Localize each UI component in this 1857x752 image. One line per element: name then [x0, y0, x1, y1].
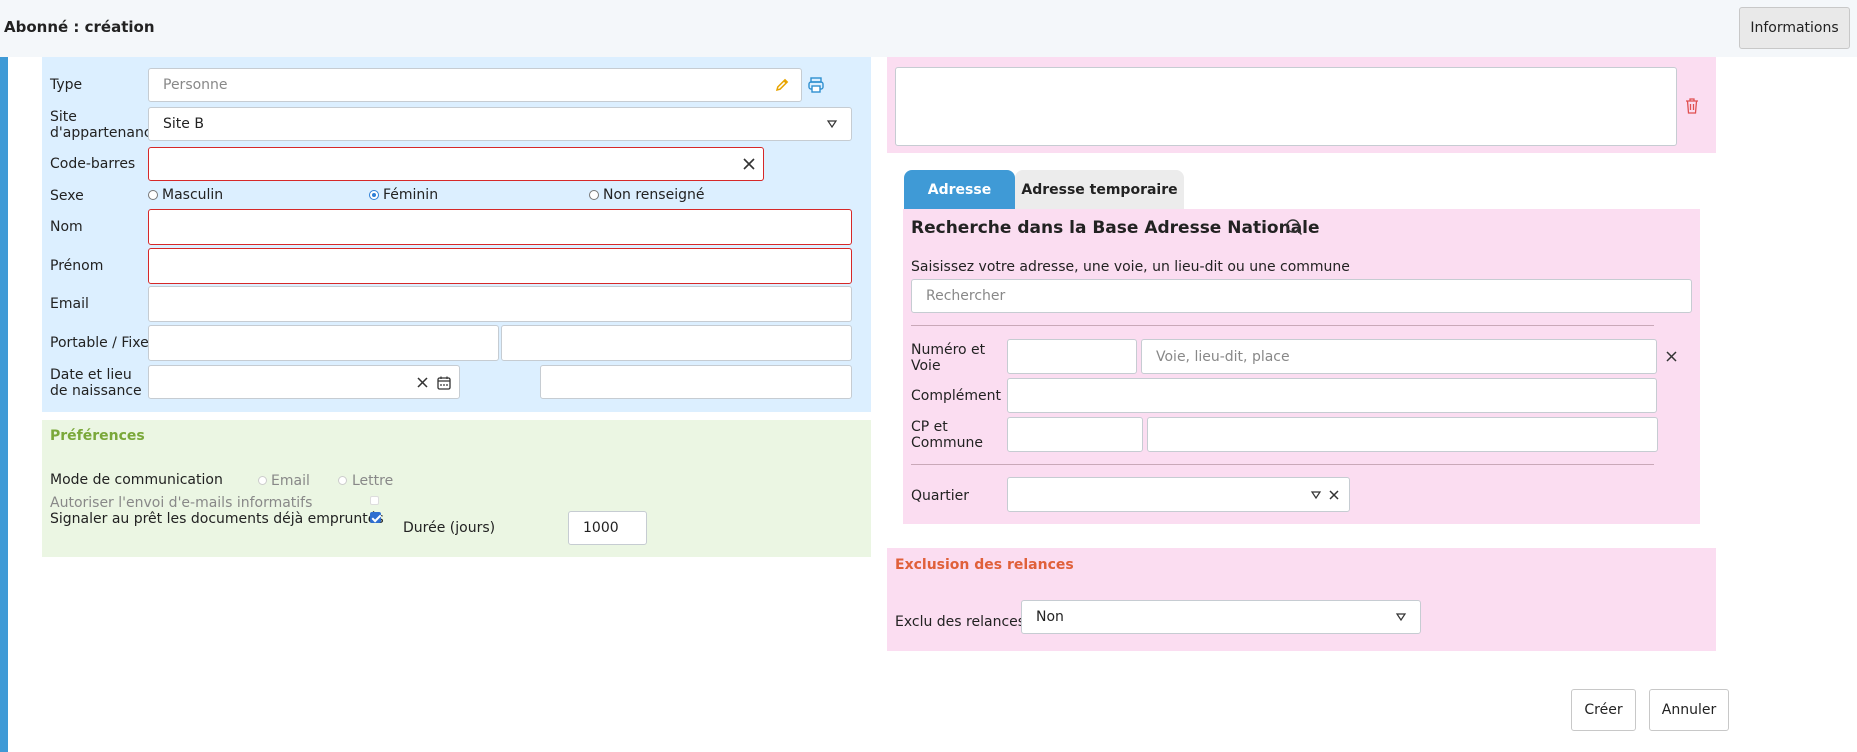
chevron-down-icon — [825, 117, 839, 131]
clear-icon[interactable] — [415, 375, 429, 389]
page-header: Abonné : création Informations — [0, 0, 1857, 57]
clear-icon[interactable] — [1327, 488, 1341, 502]
voie-input[interactable]: Voie, lieu-dit, place — [1141, 339, 1657, 374]
clear-icon[interactable] — [741, 156, 757, 172]
emails-checkbox[interactable] — [370, 496, 379, 505]
mode-radio-lettre[interactable] — [338, 476, 347, 485]
calendar-icon[interactable] — [435, 374, 453, 392]
ban-search-input[interactable]: Rechercher — [911, 279, 1692, 313]
tab-adresse-temporaire[interactable]: Adresse temporaire — [1015, 170, 1184, 210]
nom-input[interactable] — [148, 209, 852, 245]
voie-placeholder: Voie, lieu-dit, place — [1156, 348, 1290, 365]
ban-help: Saisissez votre adresse, une voie, un li… — [911, 259, 1350, 275]
sexe-radio-masculin[interactable] — [148, 190, 158, 200]
search-icon[interactable] — [1284, 217, 1304, 237]
site-label: Site d'appartenance — [50, 109, 161, 141]
cp-input[interactable] — [1007, 417, 1143, 452]
ban-title: Recherche dans la Base Adresse Nationale — [911, 218, 1320, 238]
mobile-input[interactable] — [148, 325, 499, 361]
site-select[interactable]: Site B — [148, 107, 852, 141]
nom-label: Nom — [50, 219, 83, 235]
sexe-option-non-renseigne: Non renseigné — [603, 187, 705, 203]
exclusion-select[interactable]: Non — [1021, 600, 1421, 634]
type-value: Personne — [163, 77, 228, 93]
signal-checkbox[interactable] — [370, 512, 381, 523]
barcode-label: Code-barres — [50, 156, 136, 172]
divider — [911, 464, 1654, 465]
page-title: Abonné : création — [4, 18, 155, 36]
create-button[interactable]: Créer — [1571, 689, 1636, 731]
mode-label: Mode de communication — [50, 472, 223, 488]
divider — [911, 325, 1654, 326]
exclusion-label: Exclu des relances — [895, 614, 1026, 630]
phone-label: Portable / Fixe — [50, 335, 149, 351]
landline-input[interactable] — [501, 325, 852, 361]
quartier-select[interactable] — [1007, 477, 1350, 512]
cp-label: CP et Commune — [911, 419, 983, 451]
birth-label: Date et lieu de naissance — [50, 367, 142, 399]
sexe-label: Sexe — [50, 188, 84, 204]
left-accent-bar — [0, 57, 8, 752]
mode-option-email: Email — [271, 473, 310, 489]
duree-input[interactable]: 1000 — [568, 511, 647, 545]
sexe-radio-feminin[interactable] — [369, 190, 379, 200]
chevron-down-icon — [1309, 488, 1323, 502]
mode-radio-email[interactable] — [258, 476, 267, 485]
birth-date-input[interactable] — [148, 365, 460, 399]
barcode-input[interactable] — [148, 147, 764, 181]
clear-icon[interactable] — [1663, 348, 1679, 364]
type-label: Type — [50, 77, 83, 93]
informations-button[interactable]: Informations — [1739, 7, 1850, 49]
sexe-option-feminin: Féminin — [383, 187, 439, 203]
complement-label: Complément — [911, 388, 1001, 404]
complement-input[interactable] — [1007, 378, 1657, 413]
exclusion-title: Exclusion des relances — [895, 557, 1074, 573]
quartier-label: Quartier — [911, 488, 969, 504]
commune-input[interactable] — [1147, 417, 1658, 452]
signal-label: Signaler au prêt les documents déjà empr… — [50, 511, 384, 527]
sexe-radio-non-renseigne[interactable] — [589, 190, 599, 200]
birth-place-input[interactable] — [540, 365, 852, 399]
print-icon[interactable] — [806, 75, 826, 95]
email-input[interactable] — [148, 286, 852, 322]
site-value: Site B — [163, 116, 204, 132]
tab-adresse[interactable]: Adresse — [904, 170, 1015, 210]
prenom-label: Prénom — [50, 258, 104, 274]
chevron-down-icon — [1394, 610, 1408, 624]
notes-textarea[interactable] — [895, 67, 1677, 146]
sexe-option-masculin: Masculin — [162, 187, 224, 203]
trash-icon[interactable] — [1683, 96, 1701, 116]
duree-label: Durée (jours) — [403, 520, 496, 536]
duree-value: 1000 — [583, 520, 619, 536]
preferences-title: Préférences — [50, 428, 145, 444]
email-label: Email — [50, 296, 89, 312]
pencil-icon[interactable] — [773, 76, 791, 94]
prenom-input[interactable] — [148, 248, 852, 284]
ban-search-placeholder: Rechercher — [926, 288, 1006, 304]
exclusion-value: Non — [1036, 609, 1064, 625]
mode-option-lettre: Lettre — [352, 473, 394, 489]
numero-input[interactable] — [1007, 339, 1137, 374]
preferences-panel — [42, 420, 871, 557]
type-field[interactable]: Personne — [148, 68, 802, 102]
cancel-button[interactable]: Annuler — [1649, 689, 1729, 731]
numero-label: Numéro et Voie — [911, 342, 986, 374]
emails-label: Autoriser l'envoi d'e-mails informatifs — [50, 495, 313, 511]
